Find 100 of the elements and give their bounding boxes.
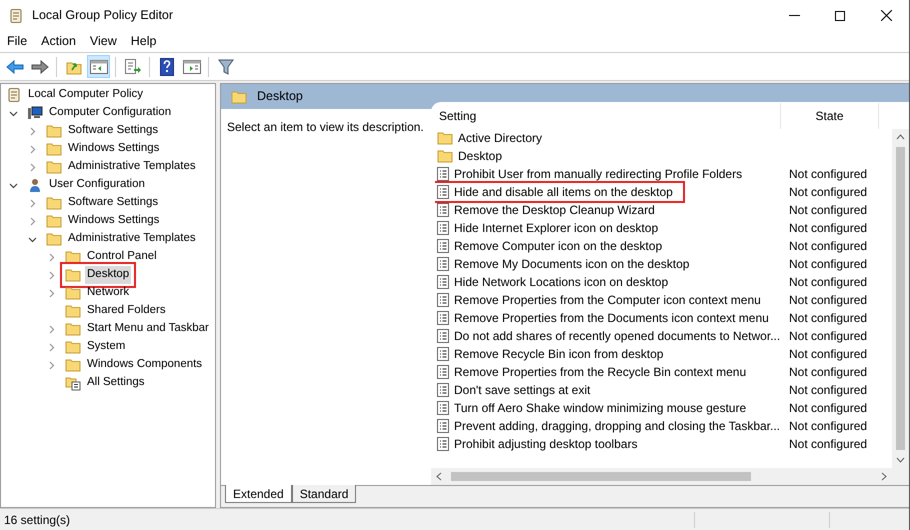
tree-item[interactable]: Computer Configuration xyxy=(47,104,174,122)
folder-icon xyxy=(46,142,62,156)
menu-item[interactable]: Help xyxy=(124,30,164,53)
export-list-icon xyxy=(124,58,142,74)
settings-list-icon xyxy=(65,375,81,391)
setting-name[interactable]: Remove Properties from the Computer icon context menu xyxy=(454,291,761,309)
pane-title: Desktop xyxy=(257,88,303,106)
setting-name[interactable]: Don't save settings at exit xyxy=(454,381,590,399)
status-text: 16 setting(s) xyxy=(3,512,72,528)
scroll-icon xyxy=(8,8,24,24)
view-tab[interactable]: Standard xyxy=(292,485,356,503)
tree-item[interactable]: Windows Settings xyxy=(66,212,162,230)
policy-setting-icon xyxy=(437,329,449,343)
tree-item[interactable]: Windows Components xyxy=(85,356,204,374)
console-tree-icon xyxy=(90,60,108,74)
setting-state: Not configured xyxy=(788,328,868,345)
tree-item[interactable]: Local Computer Policy xyxy=(26,86,146,104)
folder-icon xyxy=(65,340,81,354)
back-arrow-icon xyxy=(6,60,24,74)
setting-state: Not configured xyxy=(788,166,868,183)
horizontal-scrollbar[interactable] xyxy=(431,468,909,485)
scrollbar-thumb[interactable] xyxy=(451,472,751,481)
setting-name[interactable]: Hide Internet Explorer icon on desktop xyxy=(454,219,658,237)
setting-name[interactable]: Hide Network Locations icon on desktop xyxy=(454,273,668,291)
setting-name[interactable]: Hide and disable all items on the desktop xyxy=(454,183,673,201)
view-tab[interactable]: Extended xyxy=(225,485,292,503)
scrollbar-thumb[interactable] xyxy=(896,147,905,450)
column-header[interactable]: State xyxy=(781,103,879,129)
setting-name[interactable]: Remove Properties from the Documents icon context menu xyxy=(454,309,769,327)
setting-state: Not configured xyxy=(788,364,868,381)
setting-name[interactable]: Remove Computer icon on the desktop xyxy=(454,237,662,255)
toolbar-button[interactable] xyxy=(87,55,110,78)
collapse-chevron-icon[interactable] xyxy=(9,180,18,190)
policy-setting-icon xyxy=(437,185,449,199)
setting-name[interactable]: Remove Properties from the Recycle Bin context menu xyxy=(454,363,746,381)
tree-item[interactable]: User Configuration xyxy=(47,176,147,194)
setting-state: Not configured xyxy=(788,238,868,255)
policy-setting-icon xyxy=(437,203,449,217)
folder-icon xyxy=(65,250,81,264)
folder-icon xyxy=(65,268,81,282)
policy-setting-icon xyxy=(437,347,449,361)
setting-state: Not configured xyxy=(788,220,868,237)
setting-name[interactable]: Prohibit adjusting desktop toolbars xyxy=(454,435,638,453)
policy-setting-icon xyxy=(437,293,449,307)
setting-name[interactable]: Desktop xyxy=(458,147,502,165)
tree-item[interactable]: Software Settings xyxy=(66,194,160,212)
setting-name[interactable]: Remove Recycle Bin icon from desktop xyxy=(454,345,664,363)
policy-setting-icon xyxy=(437,401,449,415)
setting-name[interactable]: Turn off Aero Shake window minimizing mouse gesture xyxy=(454,399,746,417)
folder-icon xyxy=(65,304,81,318)
setting-name[interactable]: Do not add shares of recently opened documents to Networ... xyxy=(454,327,780,345)
maximize-icon xyxy=(835,10,845,20)
tree-item[interactable]: Network xyxy=(85,284,132,302)
setting-name[interactable]: Prevent adding, dragging, dropping and closing the Taskbar... xyxy=(454,417,780,435)
menu-item[interactable]: File xyxy=(0,30,34,53)
tree-item[interactable]: Desktop xyxy=(85,266,132,284)
policy-setting-icon xyxy=(437,257,449,271)
setting-state: Not configured xyxy=(788,292,868,309)
tree-item[interactable]: Administrative Templates xyxy=(66,158,198,176)
folder-icon xyxy=(46,124,62,138)
menu-item[interactable]: Action xyxy=(34,30,83,53)
policy-setting-icon xyxy=(437,383,449,397)
setting-state: Not configured xyxy=(788,202,868,219)
policy-setting-icon xyxy=(437,419,449,433)
folder-icon xyxy=(231,90,247,104)
folder-icon xyxy=(46,214,62,228)
collapse-chevron-icon[interactable] xyxy=(9,108,18,118)
filter-icon xyxy=(218,58,234,74)
vertical-scrollbar[interactable] xyxy=(892,129,909,468)
setting-name[interactable]: Remove My Documents icon on the desktop xyxy=(454,255,690,273)
setting-name[interactable]: Active Directory xyxy=(458,129,542,147)
setting-state: Not configured xyxy=(788,274,868,291)
column-header[interactable]: Setting xyxy=(435,103,781,129)
folder-icon xyxy=(46,160,62,174)
setting-state: Not configured xyxy=(788,400,868,417)
folder-icon xyxy=(437,131,453,145)
folder-icon xyxy=(65,322,81,336)
setting-state: Not configured xyxy=(788,346,868,363)
tree-item[interactable]: System xyxy=(85,338,128,356)
user-icon xyxy=(27,177,43,193)
window-title: Local Group Policy Editor xyxy=(32,7,174,24)
setting-name[interactable]: Prohibit User from manually redirecting Profile Folders xyxy=(454,165,742,183)
setting-state: Not configured xyxy=(788,418,868,435)
menu-item[interactable]: View xyxy=(82,30,124,53)
close-icon xyxy=(880,10,892,21)
tree-item[interactable]: Shared Folders xyxy=(85,302,168,320)
collapse-chevron-icon[interactable] xyxy=(28,234,37,244)
folder-icon xyxy=(65,286,81,300)
tree-item[interactable]: Control Panel xyxy=(85,248,159,266)
tree-item[interactable]: Administrative Templates xyxy=(66,230,198,248)
action-pane-icon xyxy=(182,60,200,74)
tree-item[interactable]: Software Settings xyxy=(66,122,160,140)
policy-setting-icon xyxy=(437,437,449,451)
tree-item[interactable]: Start Menu and Taskbar xyxy=(85,320,211,338)
tree-item[interactable]: Windows Settings xyxy=(66,140,162,158)
setting-name[interactable]: Remove the Desktop Cleanup Wizard xyxy=(454,201,655,219)
policy-setting-icon xyxy=(437,221,449,235)
description-text: Select an item to view its description. xyxy=(227,120,424,134)
tree-item[interactable]: All Settings xyxy=(85,374,147,392)
forward-arrow-icon xyxy=(30,60,48,74)
